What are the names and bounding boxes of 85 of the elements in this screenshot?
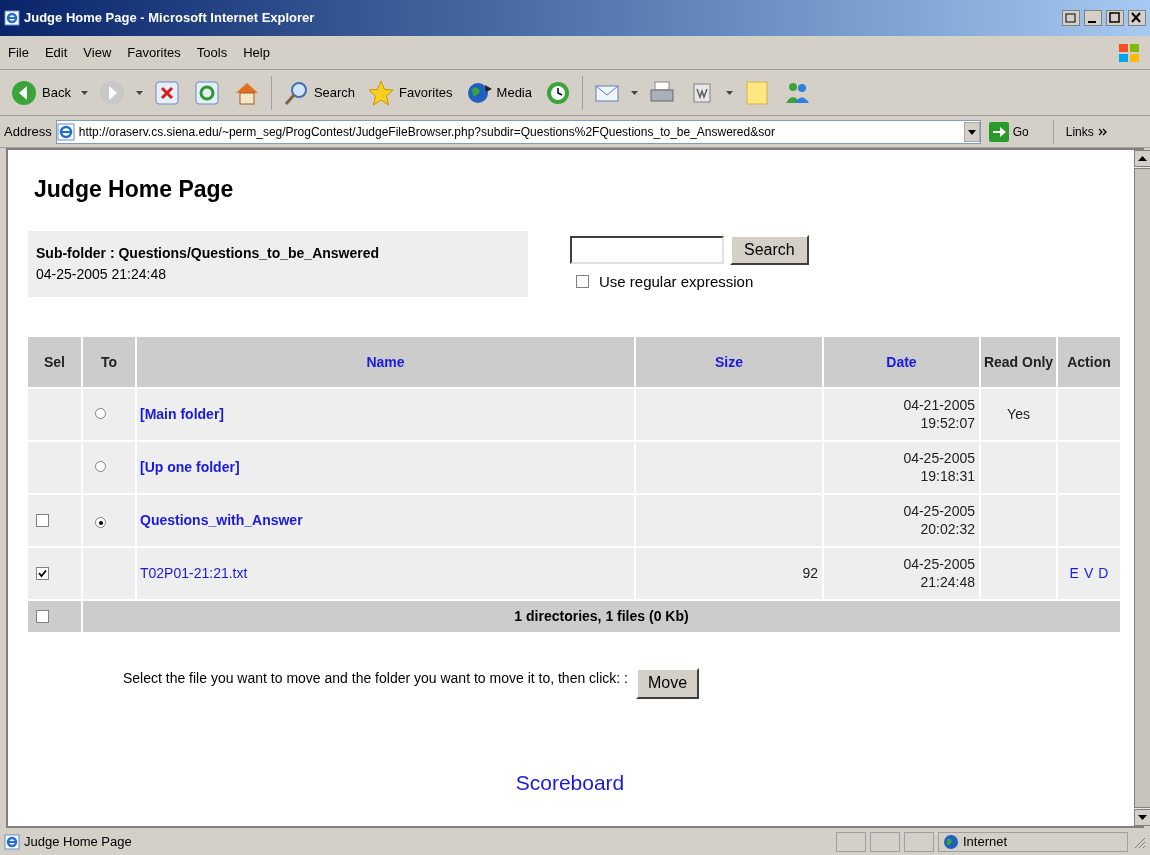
go-button[interactable]: Go xyxy=(988,121,1029,142)
checkbox[interactable] xyxy=(36,609,49,623)
file-link[interactable]: T02P01-21:21.txt xyxy=(140,564,248,581)
toolbar-button[interactable]: Back xyxy=(8,78,73,107)
date-text: 04-25-2005 xyxy=(902,449,975,467)
move-instructions: Select the file you want to move and the folder you want to move it to, then click: : xyxy=(121,668,628,688)
status-pane xyxy=(836,831,866,852)
maximize-button[interactable] xyxy=(1106,10,1124,26)
refresh-icon xyxy=(192,78,221,107)
page-heading: Judge Home Page xyxy=(34,175,235,204)
menu-item[interactable]: Edit xyxy=(44,42,68,63)
address-field[interactable]: http://oraserv.cs.siena.edu/~perm_seg/ProgContest/JudgeFileBrowser.php?subdir=Questions%2FQuestions_to_be_Answered&sor xyxy=(55,119,981,144)
menu-item[interactable]: Tools xyxy=(196,42,228,63)
checkbox[interactable] xyxy=(576,275,589,289)
action-link[interactable]: E xyxy=(1069,562,1079,584)
zone-text: Internet xyxy=(963,832,1008,851)
column-header: Action xyxy=(1058,336,1120,387)
date-text: 04-21-2005 xyxy=(902,396,975,414)
checkbox[interactable] xyxy=(36,566,49,580)
time-text: 19:52:07 xyxy=(919,414,975,432)
dropdown-caret-icon[interactable] xyxy=(135,89,143,96)
move-button[interactable]: Move xyxy=(636,667,700,699)
restore-button[interactable] xyxy=(1062,10,1080,26)
summary-text: 1 directories, 1 files (0 Kb) xyxy=(514,607,689,624)
dropdown-caret-icon[interactable] xyxy=(80,89,88,96)
dropdown-arrow-icon[interactable] xyxy=(963,121,980,142)
radio-button[interactable] xyxy=(95,517,106,528)
status-pane xyxy=(870,831,900,852)
menu-item[interactable]: Help xyxy=(243,42,270,63)
window-title: Judge Home Page - Microsoft Internet Explorer xyxy=(24,9,315,28)
checkbox[interactable] xyxy=(36,513,49,527)
scrollbar-thumb[interactable] xyxy=(1134,168,1150,808)
note-icon xyxy=(743,78,771,107)
scroll-down-icon[interactable] xyxy=(1134,809,1150,826)
column-header[interactable]: Name xyxy=(137,336,634,387)
toolbar-button[interactable]: Search xyxy=(279,78,358,107)
menu-item[interactable]: Favorites xyxy=(127,42,181,63)
timestamp: 04-25-2005 21:24:48 xyxy=(36,264,167,284)
read-only-text: Yes xyxy=(1007,405,1030,422)
search-button[interactable]: Search xyxy=(730,234,809,265)
subfolder-path: Sub-folder : Questions/Questions_to_be_Answered xyxy=(36,243,381,263)
toolbar-button[interactable]: Favorites xyxy=(365,78,455,107)
menu-item[interactable]: File xyxy=(8,42,29,63)
dropdown-caret-icon[interactable] xyxy=(726,89,733,96)
chevron-icon[interactable] xyxy=(1097,127,1108,136)
status-pane xyxy=(904,831,934,852)
folder-link[interactable]: [Up one folder] xyxy=(140,458,240,475)
radio-button[interactable] xyxy=(95,407,106,419)
column-header[interactable]: Date xyxy=(824,336,979,387)
browser-icon xyxy=(4,10,20,26)
arrow-right-icon xyxy=(988,121,1009,142)
dropdown-caret-icon[interactable] xyxy=(631,89,638,96)
action-link[interactable]: V xyxy=(1083,562,1094,584)
folder-link[interactable]: Questions_with_Answer xyxy=(140,511,303,528)
toolbar-button[interactable]: Media xyxy=(462,78,534,107)
star-icon xyxy=(367,78,396,107)
action-link[interactable]: D xyxy=(1098,562,1109,584)
date-text: 04-25-2005 xyxy=(902,555,975,573)
page-icon xyxy=(56,122,75,141)
time-text: 21:24:48 xyxy=(919,573,975,591)
radio-button[interactable] xyxy=(95,460,106,472)
back-icon xyxy=(10,78,38,107)
scroll-up-icon[interactable] xyxy=(1134,150,1150,167)
folder-link[interactable]: [Main folder] xyxy=(140,405,224,422)
minimize-button[interactable] xyxy=(1084,10,1102,26)
checkbox-label: Use regular expression xyxy=(599,271,754,292)
search-input[interactable] xyxy=(570,235,724,264)
column-header: Read Only xyxy=(981,336,1056,387)
menu-item[interactable]: View xyxy=(83,42,112,63)
time-text: 19:18:31 xyxy=(919,467,975,485)
column-header: To xyxy=(83,336,135,387)
date-text: 04-25-2005 xyxy=(902,502,975,520)
column-header: Sel xyxy=(28,336,81,387)
globe-icon xyxy=(943,833,959,850)
address-label: Address xyxy=(4,122,52,141)
close-button[interactable] xyxy=(1128,10,1146,26)
links-button[interactable]: Links xyxy=(1065,122,1094,141)
time-text: 20:02:32 xyxy=(919,520,975,538)
stop-icon xyxy=(152,78,181,107)
size-text: 92 xyxy=(802,564,818,581)
scoreboard-link[interactable]: Scoreboard xyxy=(515,766,625,798)
forward-icon xyxy=(97,78,126,107)
column-header[interactable]: Size xyxy=(636,336,822,387)
page-icon xyxy=(4,833,20,850)
status-text: Judge Home Page xyxy=(24,832,132,851)
